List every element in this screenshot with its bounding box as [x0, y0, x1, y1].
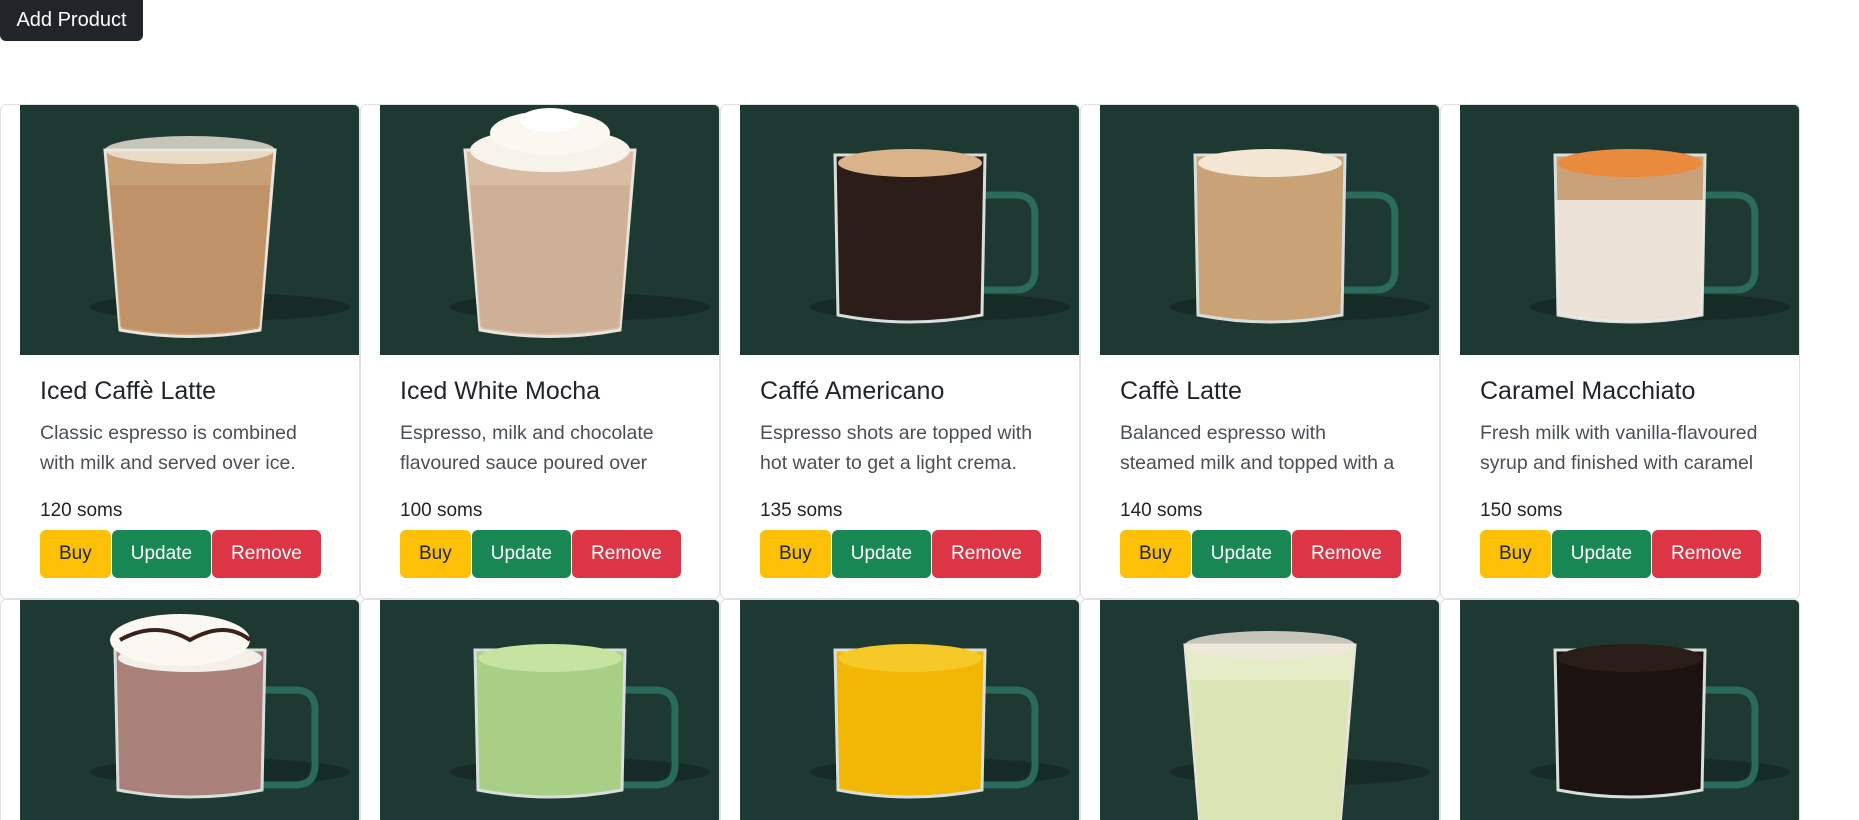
product-image — [740, 600, 1079, 820]
buy-button[interactable]: Buy — [1120, 530, 1191, 578]
product-card: Caramel Macchiato Fresh milk with vanill… — [1440, 104, 1800, 599]
latte-illustration — [1100, 105, 1439, 355]
product-card — [360, 599, 720, 820]
product-card — [0, 599, 360, 820]
remove-button[interactable]: Remove — [932, 530, 1041, 578]
product-description: Classic espresso is combined with milk a… — [40, 422, 297, 474]
buy-button[interactable]: Buy — [1480, 530, 1551, 578]
product-title: Caffè Latte — [1120, 377, 1242, 405]
product-image — [740, 105, 1079, 355]
product-grid: Iced Caffè Latte Classic espresso is com… — [0, 104, 1800, 599]
update-button[interactable]: Update — [831, 530, 932, 578]
product-image — [1100, 600, 1439, 820]
remove-button[interactable]: Remove — [1652, 530, 1761, 578]
matcha-latte-illustration — [380, 600, 719, 820]
product-description: Fresh milk with vanilla-flavoured syrup … — [1480, 422, 1758, 474]
iced-lemonade-illustration — [1100, 600, 1439, 820]
iced-latte-illustration — [20, 105, 359, 355]
product-grid-row-2 — [0, 599, 1800, 820]
buy-button[interactable]: Buy — [760, 530, 831, 578]
product-card — [720, 599, 1080, 820]
product-description: Balanced espresso with steamed milk and … — [1120, 422, 1395, 474]
product-card — [1080, 599, 1440, 820]
add-product-button[interactable]: Add Product — [0, 0, 143, 41]
update-button[interactable]: Update — [1191, 530, 1292, 578]
remove-button[interactable]: Remove — [1292, 530, 1401, 578]
product-title: Caffé Americano — [760, 377, 945, 405]
iced-mocha-illustration — [380, 105, 719, 355]
product-image — [20, 600, 359, 820]
product-image — [1100, 105, 1439, 355]
product-image — [1460, 105, 1799, 355]
update-button[interactable]: Update — [1551, 530, 1652, 578]
product-card — [1440, 599, 1800, 820]
update-button[interactable]: Update — [111, 530, 212, 578]
product-title: Caramel Macchiato — [1480, 377, 1696, 405]
product-card: Iced Caffè Latte Classic espresso is com… — [0, 104, 360, 599]
product-image — [1460, 600, 1799, 820]
yellow-tea-illustration — [740, 600, 1079, 820]
product-price: 140 soms — [1120, 500, 1203, 521]
product-description: Espresso, milk and chocolate flavoured s… — [400, 422, 654, 474]
black-coffee-illustration — [1460, 600, 1799, 820]
product-title: Iced Caffè Latte — [40, 377, 217, 405]
remove-button[interactable]: Remove — [212, 530, 321, 578]
product-price: 135 soms — [760, 500, 843, 521]
buy-button[interactable]: Buy — [400, 530, 471, 578]
product-card: Caffè Latte Balanced espresso with steam… — [1080, 104, 1440, 599]
product-image — [20, 105, 359, 355]
buy-button[interactable]: Buy — [40, 530, 111, 578]
americano-illustration — [740, 105, 1079, 355]
product-price: 120 soms — [40, 500, 123, 521]
product-price: 100 soms — [400, 500, 483, 521]
remove-button[interactable]: Remove — [572, 530, 681, 578]
product-card: Iced White Mocha Espresso, milk and choc… — [360, 104, 720, 599]
product-card: Caffé Americano Espresso shots are toppe… — [720, 104, 1080, 599]
hot-chocolate-illustration — [20, 600, 359, 820]
product-image — [380, 600, 719, 820]
product-title: Iced White Mocha — [400, 377, 601, 405]
update-button[interactable]: Update — [471, 530, 572, 578]
product-image — [380, 105, 719, 355]
product-description: Espresso shots are topped with hot water… — [760, 422, 1033, 474]
macchiato-illustration — [1460, 105, 1799, 355]
product-price: 150 soms — [1480, 500, 1563, 521]
